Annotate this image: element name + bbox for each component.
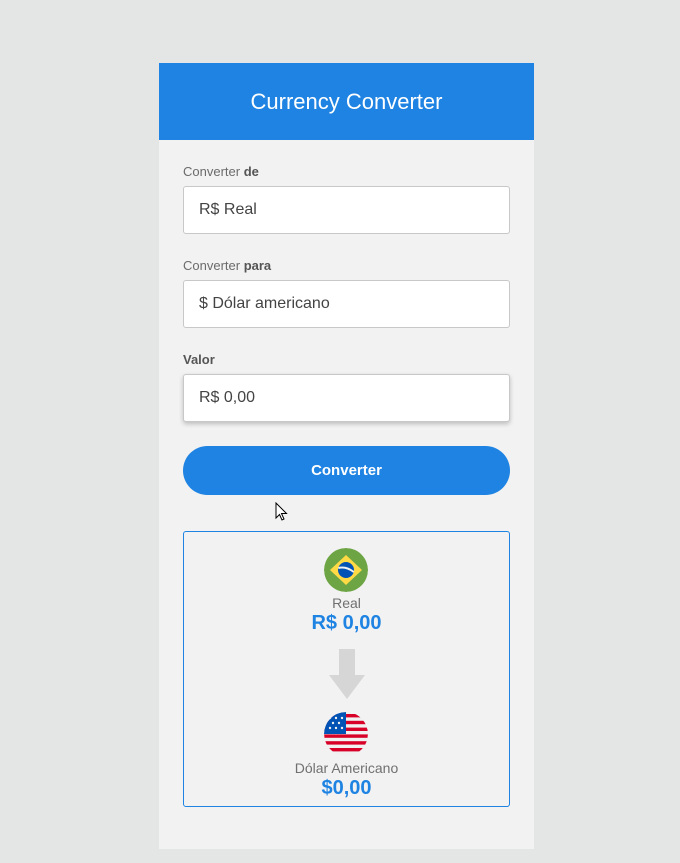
amount-group: Valor <box>183 352 510 367</box>
to-currency-value: $ Dólar americano <box>199 295 330 312</box>
to-currency-label: Converter para <box>183 258 510 273</box>
from-amount-value: R$ 0,00 <box>311 612 382 634</box>
from-currency-group: Converter de <box>183 164 510 179</box>
amount-value: R$ 0,00 <box>199 389 256 406</box>
to-amount-value: $0,00 <box>321 777 372 799</box>
usa-flag-icon <box>324 712 368 756</box>
from-label-prefix: Converter <box>183 164 244 179</box>
amount-input[interactable]: R$ 0,00 <box>183 374 510 422</box>
to-currency-name: Dólar Americano <box>294 760 399 776</box>
to-label-emph: para <box>243 258 272 273</box>
app-header: Currency Converter <box>159 63 534 140</box>
from-currency-label: Converter de <box>183 164 510 179</box>
to-currency-group: Converter para <box>183 258 510 273</box>
brazil-flag-icon <box>324 548 368 592</box>
result-panel: Real R$ 0,00 Dólar Americano $0,00 <box>183 531 510 807</box>
converter-card: Currency Converter Converter de R$ Real … <box>159 63 534 849</box>
from-currency-value: R$ Real <box>199 201 257 218</box>
convert-button[interactable]: Converter <box>183 446 510 495</box>
mouse-cursor-icon <box>275 501 289 522</box>
arrow-down-icon <box>329 649 365 699</box>
to-currency-select[interactable]: $ Dólar americano <box>183 280 510 328</box>
from-currency-name: Real <box>332 595 361 611</box>
from-currency-select[interactable]: R$ Real <box>183 186 510 234</box>
from-label-emph: de <box>243 164 259 179</box>
amount-label: Valor <box>183 352 215 367</box>
page-title: Currency Converter <box>250 88 443 114</box>
to-label-prefix: Converter <box>183 258 244 273</box>
